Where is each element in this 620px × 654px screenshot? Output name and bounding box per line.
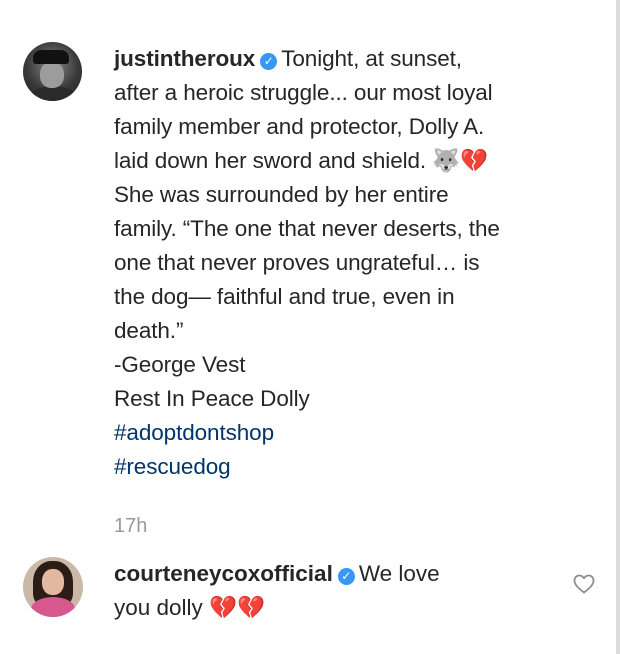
post-timestamp[interactable]: 17h [114, 512, 147, 540]
post-author-username[interactable]: justintheroux [114, 46, 255, 71]
caption-line-7: one that never proves ungrateful… is [114, 250, 480, 275]
broken-heart-emoji-icon: 💔💔 [209, 595, 266, 621]
caption-text: laid down her sword and shield. [114, 148, 427, 173]
post-caption: justintheroux ✓ Tonight, at sunset, after … [114, 42, 604, 484]
avatar-shoulders [27, 86, 79, 101]
avatar-clothing [31, 597, 75, 617]
caption-line-10: -George Vest [114, 352, 246, 377]
hashtag-link[interactable]: #adoptdontshop [114, 416, 604, 450]
broken-heart-emoji-icon: 💔 [460, 148, 489, 174]
like-comment-button[interactable] [572, 572, 596, 596]
comment-text: We love [358, 561, 440, 586]
caption-line-6: family. “The one that never deserts, the [114, 216, 500, 241]
caption-line-8: the dog— faithful and true, even in [114, 284, 455, 309]
comment-line-1: courteneycoxofficial ✓ We love [114, 557, 554, 591]
caption-line-4: laid down her sword and shield. 🐺💔 [114, 144, 604, 178]
caption-line-9: death.” [114, 318, 184, 343]
heart-outline-icon [573, 574, 595, 594]
caption-line-2: after a heroic struggle... our most loya… [114, 80, 493, 105]
caption-line-3: family member and protector, Dolly A. [114, 114, 485, 139]
hashtag-link[interactable]: #rescuedog [114, 450, 604, 484]
avatar-face [40, 62, 64, 88]
caption-text: Tonight, at sunset, [281, 46, 462, 71]
comment: courteneycoxofficial ✓ We love you dolly 💔… [114, 557, 554, 625]
comment-author-username[interactable]: courteneycoxofficial [114, 561, 333, 586]
caption-line-1: justintheroux ✓ Tonight, at sunset, [114, 42, 604, 76]
avatar-courteneycoxofficial[interactable] [23, 557, 83, 617]
caption-line-11: Rest In Peace Dolly [114, 386, 310, 411]
caption-line-5: She was surrounded by her entire [114, 182, 449, 207]
avatar-justintheroux[interactable] [23, 42, 82, 101]
comment-line-2: you dolly 💔💔 [114, 591, 554, 625]
avatar-face [42, 569, 64, 595]
avatar-hat [33, 50, 69, 64]
comment-text: you dolly [114, 595, 203, 620]
panel-divider [616, 0, 620, 654]
verified-badge-icon: ✓ [260, 53, 278, 70]
wolf-emoji-icon: 🐺 [432, 148, 461, 174]
verified-badge-icon: ✓ [337, 568, 355, 585]
